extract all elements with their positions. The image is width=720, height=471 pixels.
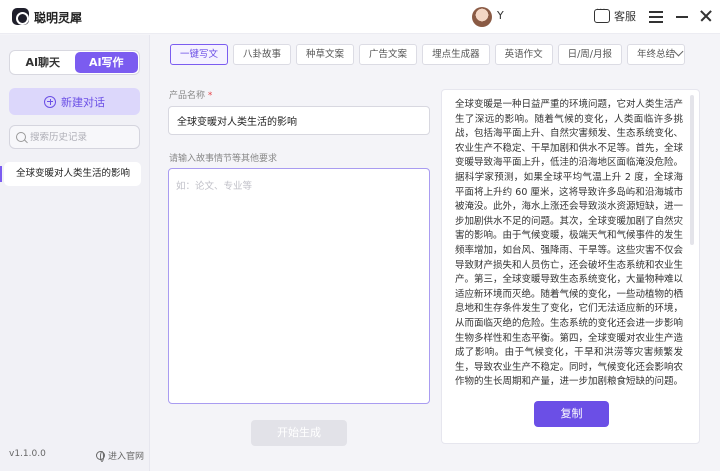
copy-button[interactable]: 复制 [534, 401, 609, 427]
history-search[interactable] [9, 125, 140, 149]
app-title: 聪明灵犀 [34, 11, 83, 25]
sidebar: AI聊天 AI写作 新建对话 全球变暖对人类生活的影响 v1.1.0.0 进入官… [0, 35, 150, 471]
mode-switch: AI聊天 AI写作 [9, 50, 140, 75]
search-icon [16, 132, 26, 142]
minimize-icon[interactable] [674, 8, 690, 24]
mode-ai-chat-button[interactable]: AI聊天 [11, 52, 75, 73]
tab-english-essay[interactable]: 英语作文 [494, 44, 553, 65]
version-label: v1.1.0.0 [9, 449, 46, 459]
product-name-input[interactable] [168, 106, 430, 135]
output-scrollbar[interactable] [690, 95, 694, 385]
scrollbar-thumb[interactable] [690, 95, 694, 245]
app-logo-icon [12, 8, 29, 25]
generated-text: 全球变暖是一种日益严重的环境问题，它对人类生活产生了深远的影响。随着气候的变化，… [455, 99, 683, 386]
tab-seeding-copy[interactable]: 种草文案 [296, 44, 355, 65]
mode-ai-writing-button[interactable]: AI写作 [74, 52, 138, 73]
required-mark: * [207, 91, 213, 101]
official-site-link[interactable]: 进入官网 [96, 449, 144, 462]
product-name-label: 产品名称 * [169, 91, 213, 101]
tab-ad-copy[interactable]: 广告文案 [359, 44, 418, 65]
user-avatar[interactable] [472, 7, 492, 27]
customer-service-label: 客服 [614, 10, 636, 23]
tab-one-click-writing[interactable]: 一键写文 [170, 44, 229, 65]
username[interactable]: Y [497, 9, 504, 22]
title-bar: 聪明灵犀 Y 客服 [0, 0, 720, 34]
new-chat-button[interactable]: 新建对话 [9, 88, 140, 115]
globe-icon [96, 451, 105, 462]
tab-tracking-generator[interactable]: 埋点生成器 [422, 44, 490, 65]
new-chat-label: 新建对话 [61, 95, 105, 109]
customer-service-button[interactable]: 客服 [594, 5, 636, 24]
plus-circle-icon [44, 95, 56, 108]
tab-reports[interactable]: 日/周/月报 [557, 44, 622, 65]
close-icon[interactable] [698, 8, 714, 24]
history-search-input[interactable] [30, 131, 135, 143]
output-panel: 全球变暖是一种日益严重的环境问题，它对人类生活产生了深远的影响。随着气候的变化，… [441, 89, 700, 444]
chat-bubble-icon [594, 5, 610, 23]
writing-type-tabs: 一键写文 八卦故事 种草文案 广告文案 埋点生成器 英语作文 日/周/月报 年终… [170, 44, 686, 65]
official-site-label: 进入官网 [108, 452, 145, 462]
chevron-down-icon[interactable] [674, 48, 684, 58]
requirement-textarea[interactable] [168, 168, 430, 404]
requirement-label: 请输入故事情节等其他要求 [169, 154, 278, 164]
tab-gossip-story[interactable]: 八卦故事 [233, 44, 292, 65]
history-item[interactable]: 全球变暖对人类生活的影响 [0, 162, 141, 186]
generate-button[interactable]: 开始生成 [251, 420, 347, 446]
menu-icon[interactable] [648, 8, 664, 24]
